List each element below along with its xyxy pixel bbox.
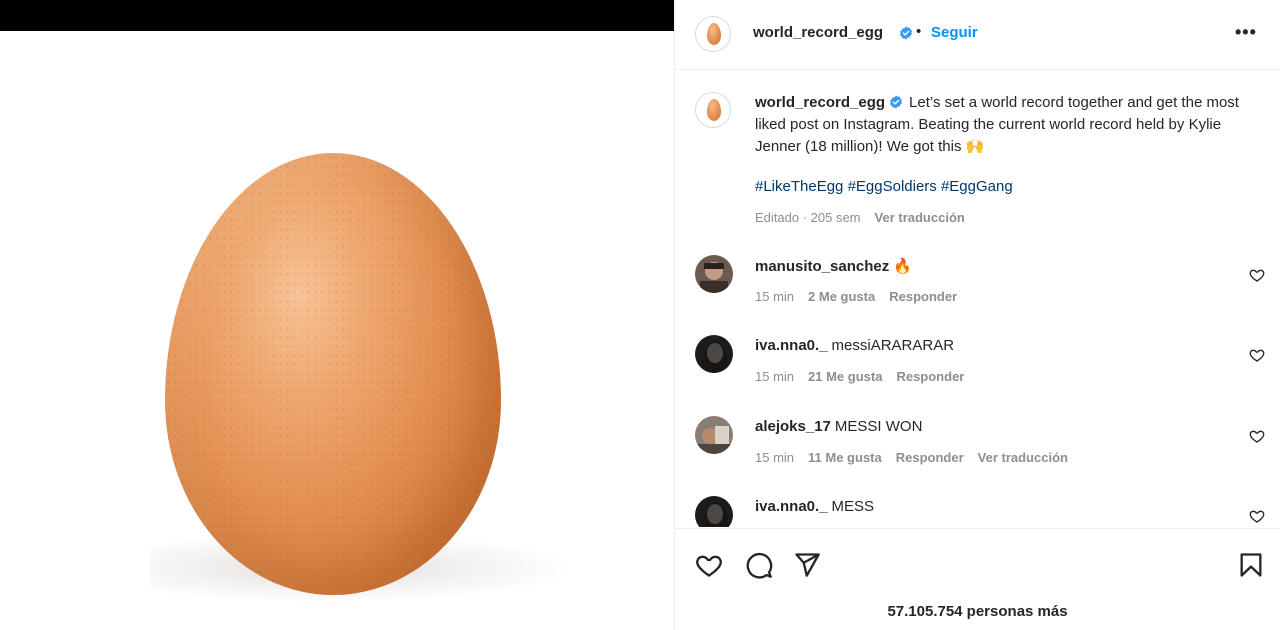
commenter-avatar[interactable] (695, 496, 733, 527)
comment-username[interactable]: iva.nna0._ (755, 498, 828, 515)
comment-text: iva.nna0._ MESS (755, 498, 874, 515)
caption-text: world_record_egg Let’s set a world record… (755, 92, 1245, 158)
comment-like-heart-icon[interactable] (1249, 508, 1265, 524)
post-media[interactable] (0, 0, 674, 630)
post-side-panel: world_record_egg • Seguir ••• world_reco… (674, 0, 1280, 630)
comment-time[interactable]: 15 min (755, 450, 794, 465)
comment-like-heart-icon[interactable] (1249, 428, 1265, 444)
caption-translate-link[interactable]: Ver traducción (875, 210, 965, 225)
comments-list[interactable]: manusito_sanchez 🔥 15 min 2 Me gusta Respon… (675, 255, 1280, 527)
comment-like-heart-icon[interactable] (1249, 347, 1265, 363)
post-actions: 57.105.754 personas más (675, 528, 1280, 630)
comment-reply-button[interactable]: Responder (896, 450, 964, 465)
caption-avatar[interactable] (695, 92, 731, 128)
comment-likes[interactable]: 21 Me gusta (808, 369, 882, 384)
comment-item: iva.nna0._ messiARARARAR 15 min 21 Me gust… (675, 335, 1280, 405)
comment-username[interactable]: alejoks_17 (755, 418, 831, 435)
comment-body: MESS (831, 498, 875, 515)
separator-dot: • (916, 23, 922, 40)
comment-text: manusito_sanchez 🔥 (755, 257, 912, 275)
comment-item: manusito_sanchez 🔥 15 min 2 Me gusta Respon… (675, 255, 1280, 325)
comment-body: 🔥 (893, 258, 912, 275)
comment-time[interactable]: 15 min (755, 289, 794, 304)
comment-body: messiARARARAR (831, 337, 955, 354)
comment-time[interactable]: 15 min (755, 369, 794, 384)
comment-likes[interactable]: 11 Me gusta (808, 450, 882, 465)
follow-button[interactable]: Seguir (931, 24, 978, 41)
caption-edited: Editado · 205 sem (755, 210, 861, 225)
author-avatar[interactable] (695, 16, 731, 52)
caption-hashtags[interactable]: #LikeTheEgg #EggSoldiers #EggGang (755, 178, 1013, 195)
comment-text: iva.nna0._ messiARARARAR (755, 337, 954, 354)
comment-meta: 15 min 11 Me gusta Responder Ver traducción (755, 450, 1082, 465)
commenter-avatar[interactable] (695, 335, 733, 373)
comment-username[interactable]: iva.nna0._ (755, 337, 828, 354)
comment-reply-button[interactable]: Responder (896, 369, 964, 384)
post-header: world_record_egg • Seguir ••• (675, 0, 1280, 70)
comment-text: alejoks_17 MESSI WON (755, 418, 922, 435)
comment-meta: 15 min 21 Me gusta Responder (755, 369, 978, 384)
verified-badge-icon (890, 95, 902, 109)
commenter-avatar[interactable] (695, 255, 733, 293)
comment-likes[interactable]: 2 Me gusta (808, 289, 875, 304)
media-top-bar (0, 0, 674, 31)
caption-username[interactable]: world_record_egg (755, 94, 885, 111)
like-heart-icon[interactable] (695, 551, 723, 579)
save-bookmark-icon[interactable] (1237, 551, 1265, 579)
share-send-icon[interactable] (793, 551, 821, 579)
author-username[interactable]: world_record_egg (753, 24, 883, 41)
comment-translate-link[interactable]: Ver traducción (978, 450, 1068, 465)
comment-reply-button[interactable]: Responder (889, 289, 957, 304)
comment-bubble-icon[interactable] (745, 551, 773, 579)
likes-count[interactable]: 57.105.754 personas más (675, 603, 1280, 620)
verified-badge-icon (900, 26, 912, 40)
comment-item: iva.nna0._ MESS (675, 496, 1280, 527)
comment-meta: 15 min 2 Me gusta Responder (755, 289, 971, 304)
more-options-icon[interactable]: ••• (1235, 22, 1257, 43)
commenter-avatar[interactable] (695, 416, 733, 454)
comment-like-heart-icon[interactable] (1249, 267, 1265, 283)
comment-body: MESSI WON (834, 418, 923, 435)
comment-item: alejoks_17 MESSI WON 15 min 11 Me gusta Res… (675, 416, 1280, 486)
caption-meta: Editado · 205 sem Ver traducción (755, 210, 965, 225)
comment-username[interactable]: manusito_sanchez (755, 258, 889, 275)
egg-image (165, 153, 501, 595)
